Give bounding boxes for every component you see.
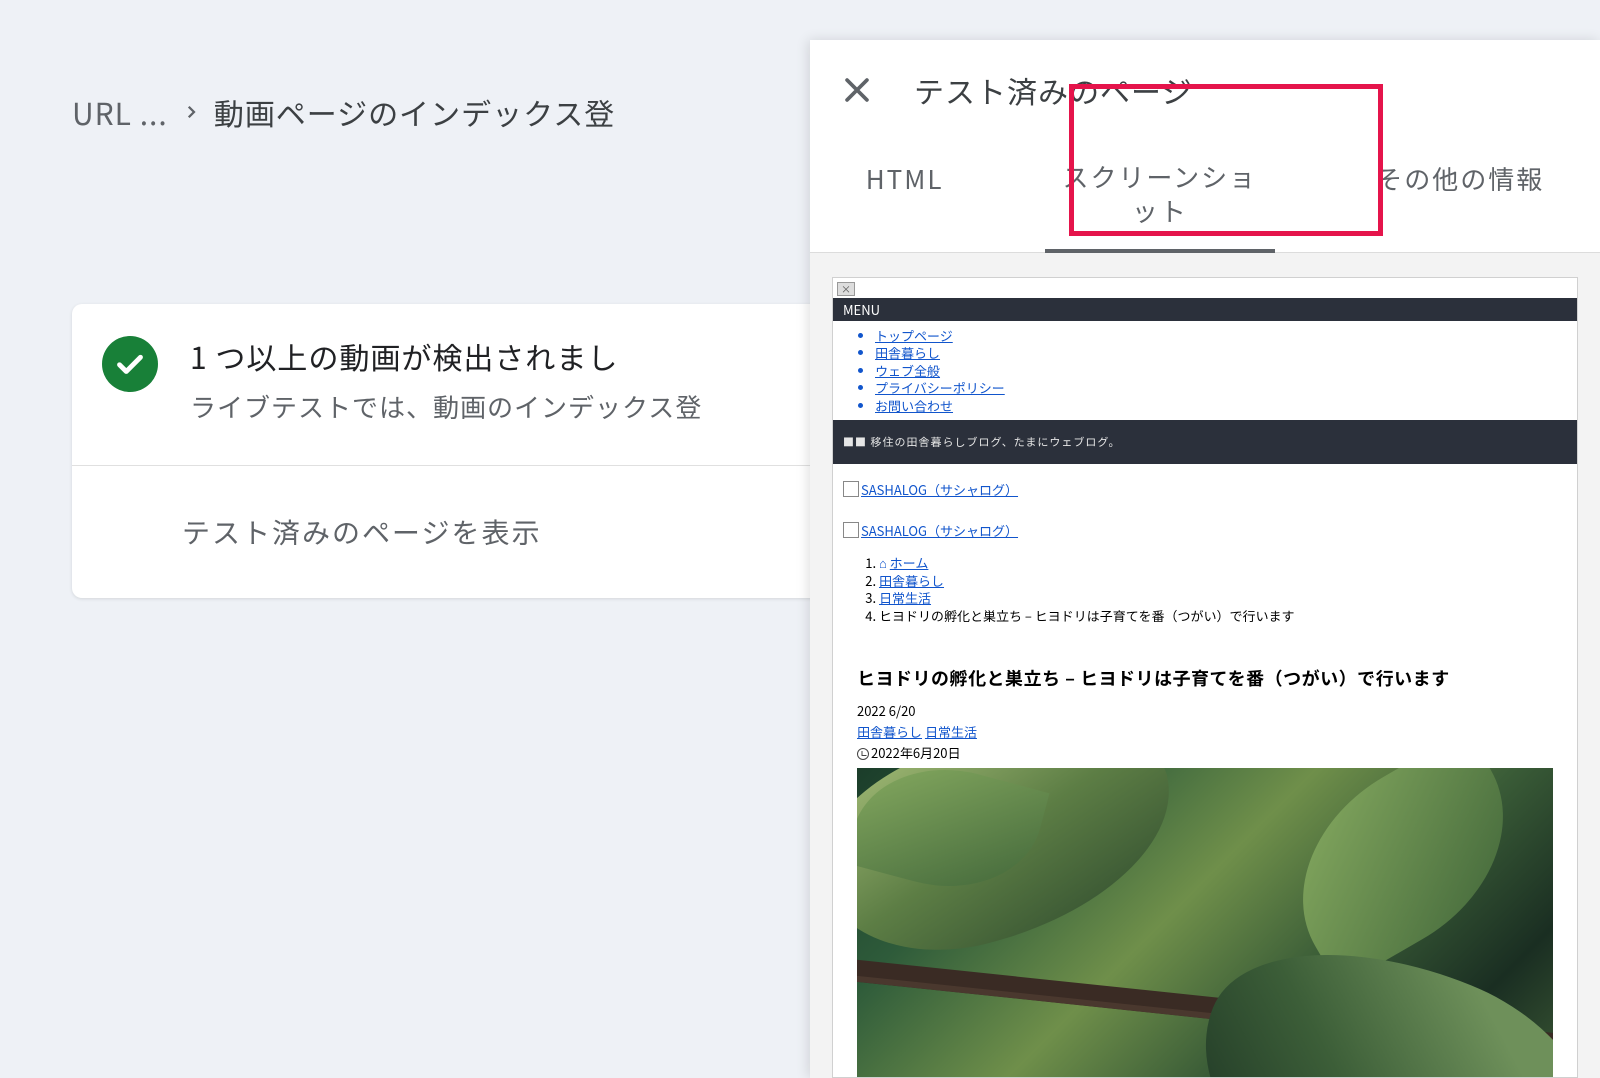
preview-updated-date: 2022年6月20日 bbox=[871, 743, 961, 762]
tab-other-info[interactable]: その他の情報 bbox=[1366, 160, 1554, 252]
preview-article-updated: 2022年6月20日 bbox=[857, 743, 1553, 762]
panel-body: × MENU トップページ 田舎暮らし ウェブ全般 プライバシーポリシー お問い… bbox=[810, 253, 1600, 1078]
panel-title: テスト済みのページ bbox=[914, 68, 1192, 112]
chevron-right-icon bbox=[182, 103, 200, 121]
preview-menu-bar: MENU bbox=[833, 298, 1577, 321]
preview-menu-item: プライバシーポリシー bbox=[875, 379, 1577, 397]
close-icon[interactable] bbox=[840, 73, 874, 107]
preview-article-title: ヒヨドリの孵化と巣立ち – ヒヨドリは子育てを番（つがい）で行います bbox=[857, 665, 1553, 691]
preview-close-icon: × bbox=[837, 282, 855, 296]
preview-menu-item: お問い合わせ bbox=[875, 397, 1577, 415]
preview-menu-item: トップページ bbox=[875, 327, 1577, 345]
preview-category-link: 日常生活 bbox=[925, 722, 977, 741]
tested-page-panel: テスト済みのページ HTML スクリーンショット その他の情報 × MENU ト… bbox=[810, 40, 1600, 1078]
tab-html[interactable]: HTML bbox=[856, 160, 954, 252]
preview-category-link: 田舎暮らし bbox=[857, 722, 922, 741]
home-icon: ⌂ bbox=[879, 553, 887, 572]
preview-tagline: ■■ 移住の田舎暮らしブログ、たまにウェブログ。 bbox=[833, 420, 1577, 464]
status-title: 1 つ以上の動画が検出されまし bbox=[190, 334, 702, 378]
preview-hero-image bbox=[857, 768, 1553, 1078]
status-subtitle: ライブテストでは、動画のインデックス登 bbox=[190, 388, 702, 425]
preview-logo-link: SASHALOG（サシャログ） bbox=[843, 480, 1018, 499]
clock-icon bbox=[857, 748, 869, 760]
preview-crumb-item: 田舎暮らし bbox=[879, 571, 944, 590]
preview-article-categories: 田舎暮らし 日常生活 bbox=[857, 722, 1553, 741]
breadcrumb-current: 動画ページのインデックス登 bbox=[214, 90, 616, 134]
preview-menu-item: 田舎暮らし bbox=[875, 344, 1577, 362]
preview-breadcrumb: ⌂ ホーム 田舎暮らし 日常生活 ヒヨドリの孵化と巣立ち – ヒヨドリは子育てを… bbox=[833, 546, 1577, 624]
screenshot-preview: × MENU トップページ 田舎暮らし ウェブ全般 プライバシーポリシー お問い… bbox=[832, 277, 1578, 1078]
preview-article-date: 2022 6/20 bbox=[857, 701, 1553, 720]
preview-logo-link: SASHALOG（サシャログ） bbox=[843, 521, 1018, 540]
preview-crumb-item: 日常生活 bbox=[879, 588, 931, 607]
preview-menu-list: トップページ 田舎暮らし ウェブ全般 プライバシーポリシー お問い合わせ bbox=[833, 321, 1577, 421]
preview-crumb-current: ヒヨドリの孵化と巣立ち – ヒヨドリは子育てを番（つがい）で行います bbox=[879, 607, 1577, 625]
preview-crumb-home: ホーム bbox=[890, 553, 929, 572]
check-circle-icon bbox=[102, 336, 158, 392]
tab-screenshot[interactable]: スクリーンショット bbox=[1045, 160, 1275, 252]
preview-menu-item: ウェブ全般 bbox=[875, 362, 1577, 380]
breadcrumb-root[interactable]: URL ... bbox=[72, 90, 168, 134]
